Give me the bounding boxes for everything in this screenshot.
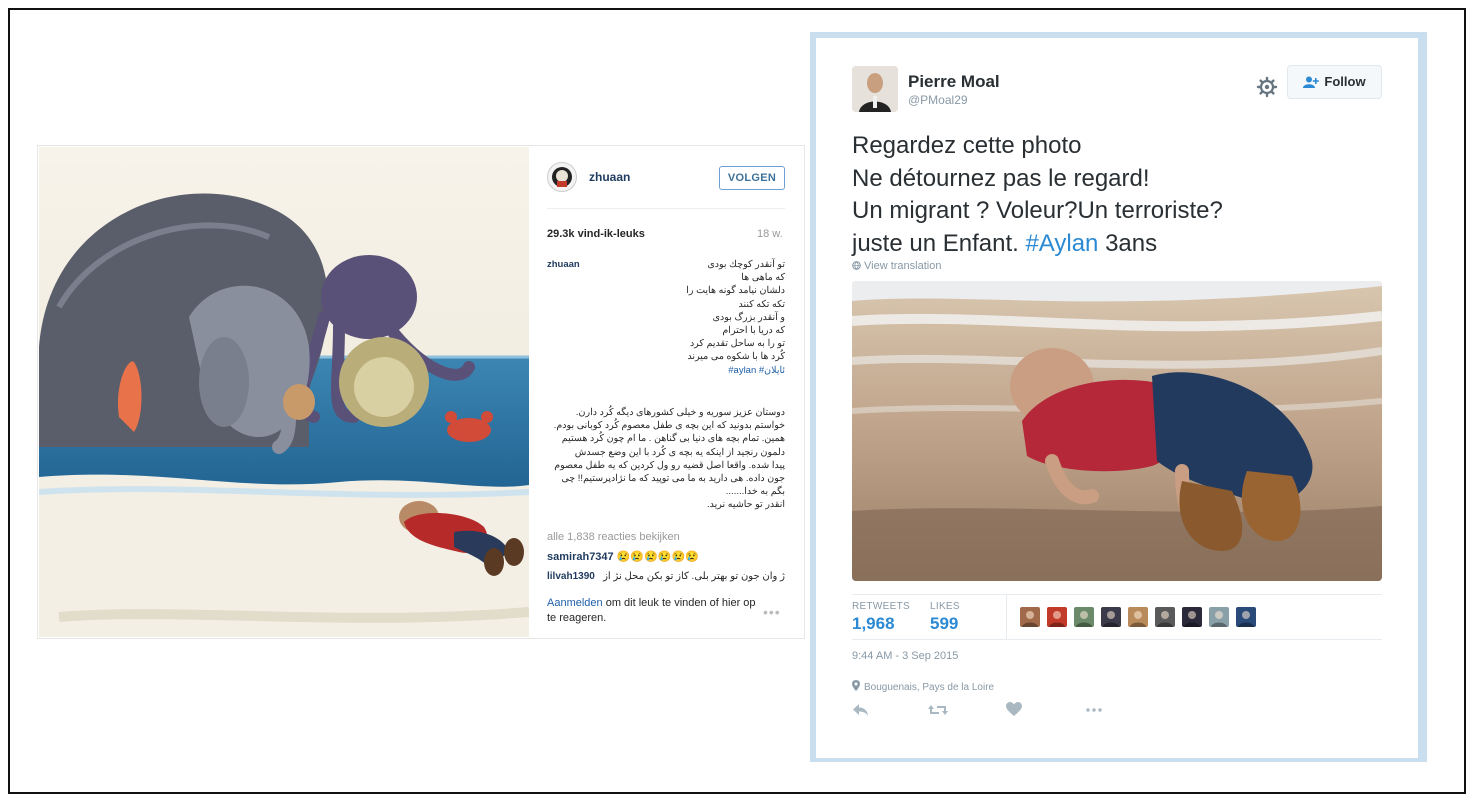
likes-count[interactable]: 29.3k vind-ik-leuks bbox=[547, 228, 645, 240]
location-text: Bouguenais, Pays de la Loire bbox=[864, 682, 995, 693]
location[interactable]: Bouguenais, Pays de la Loire bbox=[852, 680, 994, 694]
body-line: پیدا شده. واقعا اصل قضیه رو ول کردین که … bbox=[554, 459, 785, 471]
tweet-text: Regardez cette photo Ne détournez pas le… bbox=[852, 130, 1392, 260]
follow-button[interactable]: Follow bbox=[1287, 65, 1382, 99]
login-prompt: Aanmelden om dit leuk te vinden of hier … bbox=[547, 596, 757, 626]
post-age[interactable]: 18 w. bbox=[757, 228, 783, 240]
globe-icon bbox=[852, 261, 861, 273]
caption-line: که دریا با احترام bbox=[722, 325, 785, 337]
instagram-post: zhuaan VOLGEN 29.3k vind-ik-leuks 18 w. … bbox=[37, 145, 805, 639]
tweet-line: Ne détournez pas le regard! bbox=[852, 164, 1150, 192]
avatar[interactable] bbox=[852, 66, 898, 112]
divider bbox=[547, 208, 785, 209]
instagram-header: zhuaan VOLGEN bbox=[547, 160, 795, 196]
reply-icon[interactable] bbox=[852, 702, 876, 722]
comment-text: 😢😢😢😢😢😢 bbox=[616, 551, 699, 563]
gear-icon[interactable] bbox=[1256, 76, 1278, 98]
view-translation-link[interactable]: View translation bbox=[852, 260, 941, 273]
comment-text: ژ وان جون تو بهتر بلی. کاز تو بکن محل نژ… bbox=[603, 571, 785, 582]
login-link[interactable]: Aanmelden bbox=[547, 597, 603, 609]
tweet-line: juste un Enfant. #Aylan 3ans bbox=[852, 228, 1392, 261]
caption: تو آنقدر کوچك بودی zhuaan که ماهی ها دلش… bbox=[547, 258, 785, 377]
liker-avatar[interactable] bbox=[1155, 607, 1175, 627]
instagram-sidebar: zhuaan VOLGEN 29.3k vind-ik-leuks 18 w. … bbox=[547, 146, 795, 638]
follow-label: Follow bbox=[1324, 74, 1366, 89]
tweet-card: Pierre Moal @PMoal29 Follow Regardez cet… bbox=[816, 38, 1418, 758]
caption-line: و آنقدر بزرگ بودی bbox=[712, 311, 785, 323]
retweets-value: 1,968 bbox=[852, 614, 895, 633]
avatar[interactable] bbox=[547, 162, 577, 192]
retweet-icon[interactable] bbox=[927, 702, 951, 722]
body-line: دلمون رنجید از اینکه یه بچه ی کُرد با ای… bbox=[574, 446, 785, 458]
view-all-comments-link[interactable]: alle 1,838 reacties bekijken bbox=[547, 531, 680, 543]
tweet-line: Regardez cette photo bbox=[852, 132, 1082, 159]
body-line: جون داده. هی داريد به ما می توپيد كه ما … bbox=[561, 473, 785, 485]
liker-avatar[interactable] bbox=[1074, 607, 1094, 627]
liker-avatar[interactable] bbox=[1209, 607, 1229, 627]
caption-line: تو را به ساحل تقدیم کرد bbox=[689, 338, 785, 350]
caption-line: دلشان نیامد گونه هایت را bbox=[686, 285, 785, 297]
handle[interactable]: @PMoal29 bbox=[908, 93, 968, 107]
liker-avatar[interactable] bbox=[1236, 607, 1256, 627]
caption-body: دوستان عزیز سوریه و خیلی کشورهای دیگه کُ… bbox=[547, 406, 785, 512]
cartoon-illustration[interactable] bbox=[39, 147, 529, 637]
view-translation-label: View translation bbox=[864, 260, 942, 272]
hashtag-link[interactable]: #Aylan bbox=[1025, 230, 1098, 257]
tweet-photo[interactable] bbox=[852, 281, 1382, 581]
liker-avatar[interactable] bbox=[1182, 607, 1202, 627]
location-pin-icon bbox=[852, 680, 860, 694]
like-count[interactable]: LIKES 599 bbox=[930, 601, 960, 634]
comment: samirah7347 😢😢😢😢😢😢 bbox=[547, 550, 699, 563]
body-line: همین. تمام بچه های دنیا بی گناهن . ما ام… bbox=[561, 433, 785, 445]
body-line: انقدر تو حاشیه نرید. bbox=[707, 499, 785, 511]
timestamp[interactable]: 9:44 AM - 3 Sep 2015 bbox=[852, 650, 958, 662]
liker-avatar[interactable] bbox=[1101, 607, 1121, 627]
tweet-text-segment: juste un Enfant. bbox=[852, 229, 1026, 257]
body-line: خواستم بدونید که این بچه ی طفل معصوم کُر… bbox=[553, 420, 785, 432]
more-options-icon[interactable] bbox=[1084, 702, 1108, 722]
more-options-button[interactable]: ••• bbox=[763, 604, 781, 620]
tweet-embed: Pierre Moal @PMoal29 Follow Regardez cet… bbox=[810, 32, 1427, 762]
comment-username[interactable]: lilvah1390 bbox=[547, 571, 595, 582]
display-name[interactable]: Pierre Moal bbox=[908, 72, 1000, 92]
follow-button[interactable]: VOLGEN bbox=[719, 166, 785, 190]
liker-avatar[interactable] bbox=[1047, 607, 1067, 627]
caption-text: تو آنقدر کوچك بودی bbox=[707, 259, 785, 270]
tweet-line: Un migrant ? Voleur?Un terroriste? bbox=[852, 197, 1223, 224]
comment-username[interactable]: samirah7347 bbox=[547, 551, 614, 563]
likes-value: 599 bbox=[930, 614, 959, 633]
body-line: بگم به خدا....... bbox=[725, 486, 785, 498]
retweet-count[interactable]: RETWEETS 1,968 bbox=[852, 601, 910, 634]
liker-avatar[interactable] bbox=[1128, 607, 1148, 627]
add-user-icon bbox=[1303, 68, 1320, 100]
comment: lilvah1390 ژ وان جون تو بهتر بلی. کاز تو… bbox=[547, 571, 785, 582]
likes-label: LIKES bbox=[930, 601, 960, 612]
retweets-label: RETWEETS bbox=[852, 601, 910, 612]
tweet-text-segment: 3ans bbox=[1098, 229, 1158, 257]
liker-avatar[interactable] bbox=[1020, 607, 1040, 627]
caption-line: تکه تکه کنند bbox=[738, 298, 786, 310]
caption-line: کُرد ها با شکوه می میرند bbox=[687, 351, 785, 363]
tweet-actions bbox=[852, 702, 1152, 726]
hashtags[interactable]: #aylan #ئايلان bbox=[547, 364, 785, 377]
divider bbox=[1006, 595, 1007, 639]
heart-icon[interactable] bbox=[1006, 702, 1030, 722]
caption-username[interactable]: zhuaan bbox=[547, 258, 580, 271]
body-line: دوستان عزیز سوریه و خیلی کشورهای دیگه کُ… bbox=[575, 407, 785, 418]
username-link[interactable]: zhuaan bbox=[589, 170, 630, 184]
caption-line: که ماهی ها bbox=[741, 272, 785, 284]
caption-line: تو آنقدر کوچك بودی zhuaan bbox=[547, 258, 785, 271]
engagement-stats: RETWEETS 1,968 LIKES 599 bbox=[852, 594, 1382, 640]
